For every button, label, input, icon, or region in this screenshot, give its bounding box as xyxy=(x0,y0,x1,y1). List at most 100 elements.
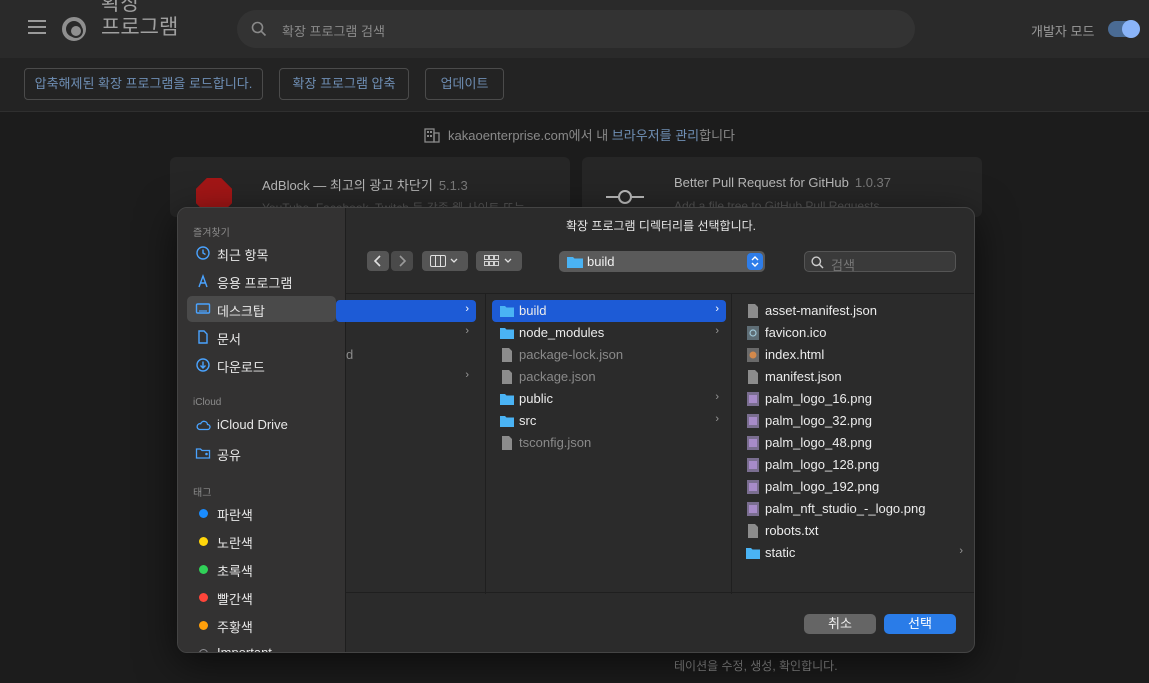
sidebar-item-label: 공유 xyxy=(217,448,241,463)
folder-item[interactable]: src › xyxy=(492,410,726,432)
sidebar-item-label: Important xyxy=(217,645,272,653)
sidebar-tag-red[interactable]: 빨간색 xyxy=(187,584,336,610)
menu-icon[interactable] xyxy=(28,20,46,34)
image-file-icon xyxy=(747,414,759,428)
item-label: manifest.json xyxy=(765,369,842,384)
back-button[interactable] xyxy=(367,251,389,271)
manage-browser-link[interactable]: 브라우저를 관리 xyxy=(612,128,699,143)
finder-sidebar: 즐겨찾기 최근 항목 응용 프로그램 데스크탑 문서 다운로드 iCloud i… xyxy=(178,208,346,653)
folder-item[interactable]: static › xyxy=(738,542,970,564)
folder-item[interactable]: node_modules › xyxy=(492,322,726,344)
sidebar-item-label: 초록색 xyxy=(217,564,253,579)
folder-icon xyxy=(500,328,514,339)
pack-extension-button[interactable]: 확장 프로그램 압축 xyxy=(279,68,409,100)
sidebar-item-label: 파란색 xyxy=(217,508,253,523)
item-label: package.json xyxy=(519,369,596,384)
file-icon xyxy=(502,436,512,450)
sidebar-item-label: 주황색 xyxy=(217,620,253,635)
clock-icon xyxy=(196,246,210,260)
list-item-selected[interactable]: › xyxy=(336,300,476,322)
html-file-icon xyxy=(747,348,759,362)
document-icon xyxy=(198,330,208,344)
image-file-icon xyxy=(747,392,759,406)
folder-icon xyxy=(567,257,583,268)
file-item[interactable]: package.json xyxy=(492,366,726,388)
image-file-icon xyxy=(747,458,759,472)
list-item[interactable]: › xyxy=(336,322,476,344)
file-item[interactable]: palm_nft_studio_-_logo.png xyxy=(738,498,970,520)
favorites-header: 즐겨찾기 xyxy=(193,228,230,239)
list-item[interactable]: d xyxy=(336,344,476,366)
file-item[interactable]: palm_logo_192.png xyxy=(738,476,970,498)
file-item[interactable]: package-lock.json xyxy=(492,344,726,366)
sidebar-tag-yellow[interactable]: 노란색 xyxy=(187,528,336,554)
group-view-button[interactable] xyxy=(476,251,522,271)
update-button[interactable]: 업데이트 xyxy=(425,68,504,100)
icloud-header: iCloud xyxy=(193,397,222,408)
sidebar-item-downloads[interactable]: 다운로드 xyxy=(187,352,336,378)
tag-color-dot xyxy=(199,593,208,602)
chevron-right-icon: › xyxy=(715,413,719,425)
dev-mode-toggle[interactable] xyxy=(1108,20,1140,38)
shared-folder-icon xyxy=(195,448,211,459)
sidebar-item-applications[interactable]: 응용 프로그램 xyxy=(187,268,336,294)
file-item[interactable]: tsconfig.json xyxy=(492,432,726,454)
search-icon xyxy=(811,256,824,269)
sidebar-item-icloud-drive[interactable]: iCloud Drive xyxy=(187,412,336,438)
column-view-button[interactable] xyxy=(422,251,468,271)
search-input[interactable]: 확장 프로그램 검색 xyxy=(237,10,915,48)
chevron-right-icon xyxy=(399,255,407,267)
git-commit-icon xyxy=(606,190,644,204)
file-item[interactable]: asset-manifest.json xyxy=(738,300,970,322)
forward-button[interactable] xyxy=(391,251,413,271)
sidebar-item-recents[interactable]: 최근 항목 xyxy=(187,240,336,266)
page-title: 확장 프로그램 xyxy=(101,0,179,39)
item-label: index.html xyxy=(765,347,825,362)
column-build: asset-manifest.json favicon.ico index.html… xyxy=(732,294,974,594)
select-button[interactable]: 선택 xyxy=(884,614,956,634)
chevron-left-icon xyxy=(373,255,381,267)
sidebar-item-label: 노란색 xyxy=(217,536,253,551)
folder-item[interactable]: public › xyxy=(492,388,726,410)
sidebar-tag-green[interactable]: 초록색 xyxy=(187,556,336,582)
item-label: palm_logo_16.png xyxy=(765,391,872,406)
download-icon xyxy=(196,358,210,372)
file-icon xyxy=(748,370,758,384)
grid-icon xyxy=(484,255,512,266)
file-item[interactable]: palm_logo_128.png xyxy=(738,454,970,476)
load-unpacked-button[interactable]: 압축해제된 확장 프로그램을 로드합니다. xyxy=(24,68,263,100)
sidebar-tag-blue[interactable]: 파란색 xyxy=(187,500,336,526)
file-item[interactable]: robots.txt xyxy=(738,520,970,542)
file-item[interactable]: index.html xyxy=(738,344,970,366)
item-label: tsconfig.json xyxy=(519,435,592,450)
folder-item[interactable]: build › xyxy=(492,300,726,322)
chevron-right-icon: › xyxy=(959,545,963,557)
extension-name: Better Pull Request for GitHub 1.0.37 xyxy=(674,175,892,190)
file-item[interactable]: favicon.ico xyxy=(738,322,970,344)
folder-icon xyxy=(500,394,514,405)
item-label: public xyxy=(519,391,553,406)
folder-icon xyxy=(746,548,760,559)
sidebar-item-label: 응용 프로그램 xyxy=(217,276,293,291)
file-item[interactable]: palm_logo_32.png xyxy=(738,410,970,432)
file-item[interactable]: palm_logo_16.png xyxy=(738,388,970,410)
file-item[interactable]: manifest.json xyxy=(738,366,970,388)
sidebar-tag-important[interactable]: Important xyxy=(187,640,336,653)
cancel-button[interactable]: 취소 xyxy=(804,614,876,634)
sidebar-item-documents[interactable]: 문서 xyxy=(187,324,336,350)
item-label: palm_logo_32.png xyxy=(765,413,872,428)
file-item[interactable]: palm_logo_48.png xyxy=(738,432,970,454)
sidebar-item-shared[interactable]: 공유 xyxy=(187,440,336,466)
folder-icon xyxy=(500,416,514,427)
ico-file-icon xyxy=(747,326,759,340)
managed-text: kakaoenterprise.com에서 내 xyxy=(448,128,612,143)
list-item[interactable]: › xyxy=(336,366,476,388)
tag-color-dot xyxy=(199,509,208,518)
sidebar-item-desktop[interactable]: 데스크탑 xyxy=(187,296,336,322)
item-label: node_modules xyxy=(519,325,605,340)
dev-mode-label: 개발자 모드 xyxy=(1031,24,1095,39)
column-parent: › › d › xyxy=(336,294,486,594)
path-popup[interactable]: build xyxy=(559,251,765,272)
dialog-search-field[interactable]: 검색 xyxy=(804,251,956,273)
sidebar-tag-orange[interactable]: 주황색 xyxy=(187,612,336,638)
